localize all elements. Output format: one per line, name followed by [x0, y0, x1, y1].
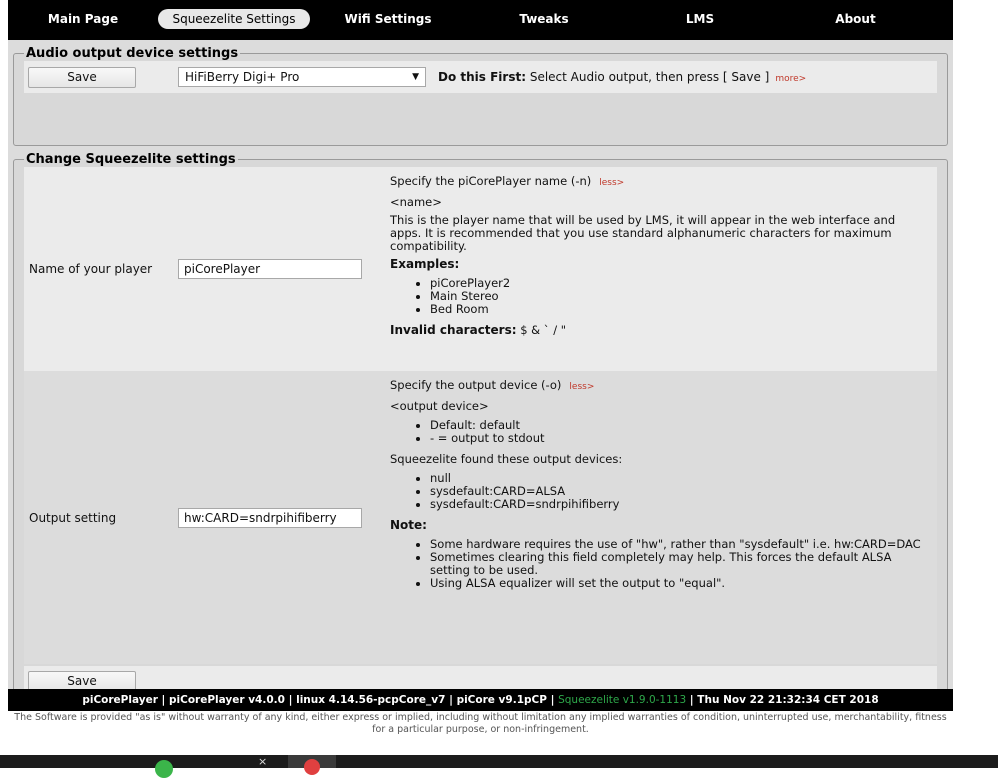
footer-info-1: piCorePlayer | piCorePlayer v4.0.0 | lin… — [82, 694, 559, 706]
audio-output-fieldset: Audio output device settings Save HiFiBe… — [13, 46, 948, 146]
nav-about[interactable]: About — [778, 9, 933, 29]
notes-list: Some hardware requires the use of "hw", … — [390, 538, 927, 590]
output-setting-label: Output setting — [29, 510, 117, 525]
output-setting-help: Specify the output device (-o) less> <out… — [390, 371, 937, 664]
less-link-name[interactable]: less> — [599, 178, 624, 188]
list-item: sysdefault:CARD=sndrpihifiberry — [430, 498, 927, 511]
list-item: Bed Room — [430, 303, 927, 316]
player-name-syntax: <name> — [390, 195, 442, 209]
app-green-icon[interactable] — [155, 760, 173, 778]
list-item: - = output to stdout — [430, 432, 927, 445]
audio-output-row: Save HiFiBerry Digi+ Pro ▼ Do this First… — [24, 61, 937, 93]
more-link[interactable]: more> — [775, 74, 806, 84]
squeezelite-settings-legend: Change Squeezelite settings — [26, 152, 236, 167]
nav-lms[interactable]: LMS — [622, 9, 778, 29]
player-name-input[interactable] — [178, 259, 362, 279]
invalid-chars-label: Invalid characters: — [390, 323, 517, 337]
audio-save-button[interactable]: Save — [28, 66, 136, 88]
nav-main-page[interactable]: Main Page — [8, 9, 158, 29]
nav-tweaks[interactable]: Tweaks — [466, 9, 622, 29]
player-name-label: Name of your player — [29, 262, 153, 276]
audio-device-select[interactable]: HiFiBerry Digi+ Pro ▼ — [178, 67, 426, 87]
nav-squeezelite-settings[interactable]: Squeezelite Settings — [158, 9, 310, 29]
list-item: Sometimes clearing this field completely… — [430, 551, 927, 577]
output-setting-row: Output setting Specify the output device… — [24, 371, 937, 664]
list-item: Main Stereo — [430, 290, 927, 303]
footer-bar: piCorePlayer | piCorePlayer v4.0.0 | lin… — [8, 689, 953, 711]
main-content: Audio output device settings Save HiFiBe… — [8, 40, 953, 704]
audio-output-legend: Audio output device settings — [26, 46, 239, 61]
footer-info-2: | Thu Nov 22 21:32:34 CET 2018 — [686, 694, 879, 706]
player-name-help-title: Specify the piCorePlayer name (-n) — [390, 174, 592, 188]
disclaimer-text: The Software is provided "as is" without… — [14, 712, 947, 735]
audio-first-note: Do this First: Select Audio output, then… — [438, 70, 806, 84]
squeezelite-settings-fieldset: Change Squeezelite settings Name of your… — [13, 152, 948, 698]
output-defaults-list: Default: default - = output to stdout — [390, 419, 927, 445]
player-name-description: This is the player name that will be use… — [390, 213, 896, 253]
output-setting-input[interactable] — [178, 507, 362, 528]
list-item: piCorePlayer2 — [430, 277, 927, 290]
output-found-text: Squeezelite found these output devices: — [390, 452, 623, 466]
dropdown-arrow-icon: ▼ — [412, 72, 419, 82]
less-link-output[interactable]: less> — [569, 382, 594, 392]
output-devices-list: null sysdefault:CARD=ALSA sysdefault:CAR… — [390, 472, 927, 511]
top-nav: Main Page Squeezelite Settings Wifi Sett… — [8, 0, 953, 40]
invalid-chars-value: $ & ` / " — [516, 323, 567, 337]
player-name-row: Name of your player Specify the piCorePl… — [24, 167, 937, 371]
examples-list: piCorePlayer2 Main Stereo Bed Room — [390, 277, 927, 316]
output-syntax: <output device> — [390, 399, 489, 413]
note-heading: Note: — [390, 518, 427, 532]
app-red-icon[interactable] — [304, 759, 320, 775]
audio-device-selected: HiFiBerry Digi+ Pro — [185, 70, 300, 84]
taskbar: × — [0, 755, 998, 778]
page: Main Page Squeezelite Settings Wifi Sett… — [8, 0, 953, 704]
list-item: Using ALSA equalizer will set the output… — [430, 577, 927, 590]
audio-note-text: Select Audio output, then press [ Save ] — [526, 70, 770, 84]
close-icon[interactable]: × — [258, 755, 267, 768]
examples-heading: Examples: — [390, 257, 460, 271]
nav-wifi-settings[interactable]: Wifi Settings — [310, 9, 466, 29]
footer-squeezelite-version: Squeezelite v1.9.0-1113 — [558, 694, 687, 706]
output-help-title: Specify the output device (-o) — [390, 378, 562, 392]
player-name-help: Specify the piCorePlayer name (-n) less> … — [390, 167, 937, 371]
audio-note-bold: Do this First: — [438, 70, 527, 84]
